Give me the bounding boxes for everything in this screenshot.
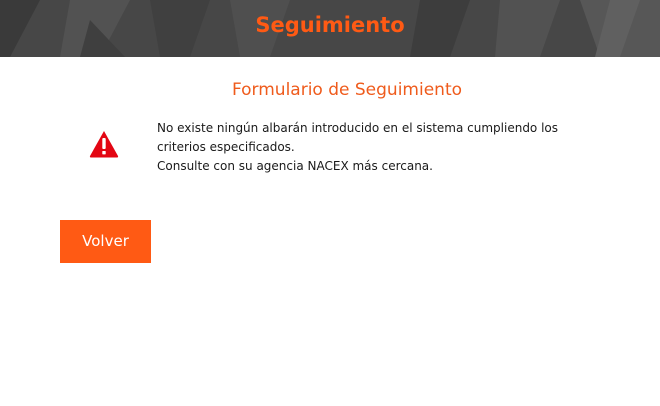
warning-triangle-icon (89, 131, 119, 158)
page-header-title: Seguimiento (255, 13, 405, 37)
page-header: Seguimiento (0, 0, 660, 57)
error-message-line-2: Consulte con su agencia NACEX más cercan… (157, 159, 433, 173)
form-title: Formulario de Seguimiento (231, 80, 463, 100)
error-message: No existe ningún albarán introducido en … (157, 119, 577, 176)
error-message-line-1: No existe ningún albarán introducido en … (157, 121, 559, 154)
back-button[interactable]: Volver (60, 220, 151, 263)
